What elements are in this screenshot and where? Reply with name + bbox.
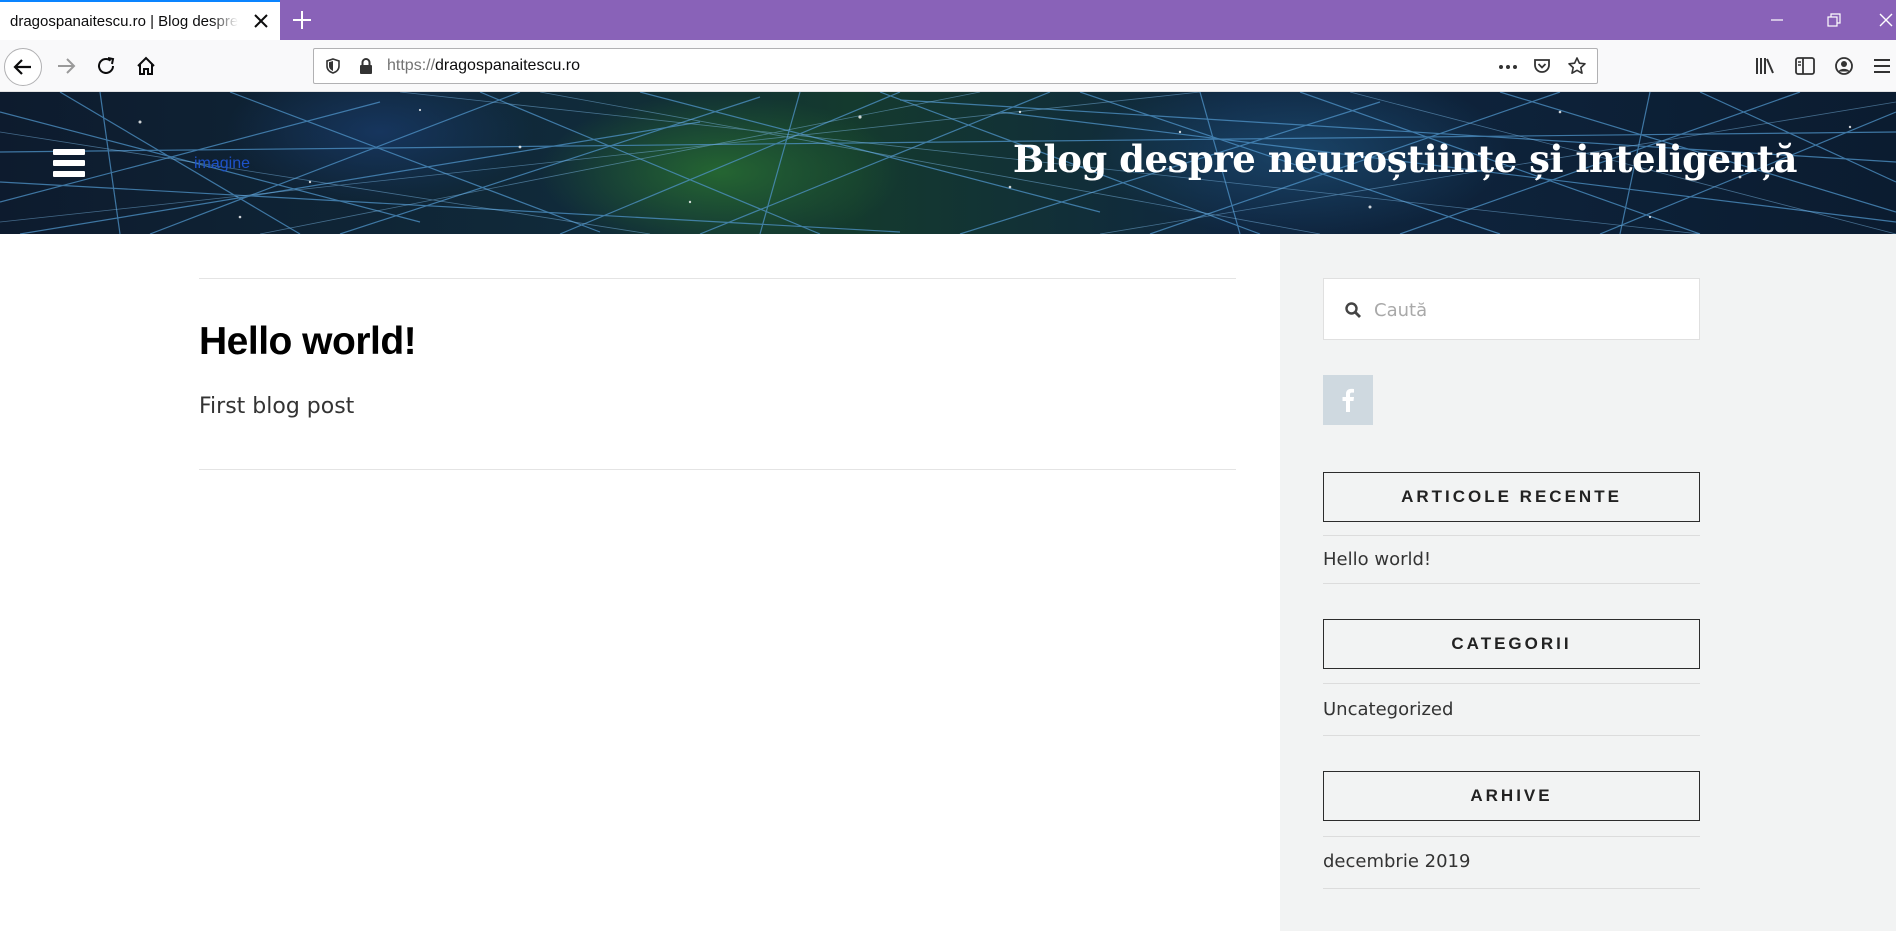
- search-box[interactable]: [1323, 278, 1700, 340]
- widget-divider: [1323, 683, 1700, 684]
- back-arrow-icon: [13, 59, 31, 75]
- close-window-icon[interactable]: [1876, 10, 1896, 30]
- lock-icon[interactable]: [358, 57, 374, 75]
- account-icon[interactable]: [1834, 56, 1854, 76]
- forward-button[interactable]: [48, 48, 84, 84]
- menu-icon[interactable]: [1872, 57, 1892, 75]
- facebook-icon: [1342, 388, 1354, 412]
- divider: [199, 278, 1236, 279]
- category-link[interactable]: Uncategorized: [1323, 699, 1453, 720]
- widget-divider: [1323, 735, 1700, 736]
- restore-icon[interactable]: [1824, 10, 1844, 30]
- widget-divider: [1323, 583, 1700, 584]
- new-tab-icon[interactable]: [290, 8, 314, 32]
- post-excerpt: First blog post: [199, 394, 355, 419]
- site-logo-link[interactable]: imagine: [194, 155, 250, 173]
- bookmark-star-icon[interactable]: [1567, 56, 1587, 76]
- post-title[interactable]: Hello world!: [199, 320, 417, 364]
- address-bar[interactable]: https://dragospanaitescu.ro: [313, 48, 1598, 84]
- forward-arrow-icon: [58, 58, 76, 74]
- hamburger-bar: [53, 160, 85, 166]
- home-icon: [137, 56, 155, 75]
- reload-button[interactable]: [88, 48, 124, 84]
- search-icon: [1345, 302, 1361, 318]
- close-tab-icon[interactable]: [252, 12, 270, 30]
- pocket-icon[interactable]: [1532, 56, 1552, 76]
- widget-divider: [1323, 836, 1700, 837]
- recent-post-link[interactable]: Hello world!: [1323, 549, 1431, 570]
- sidebar-toggle-icon[interactable]: [1794, 56, 1816, 76]
- site-title[interactable]: Blog despre neuroștiințe și inteligență: [1013, 137, 1798, 181]
- browser-tab-bar: dragospanaitescu.ro | Blog despre neuroș…: [0, 0, 1896, 40]
- url-scheme: https://: [387, 57, 436, 74]
- widget-title-archives: ARHIVE: [1323, 771, 1700, 821]
- widget-divider: [1323, 888, 1700, 889]
- library-icon[interactable]: [1754, 56, 1776, 76]
- url-host: dragospanaitescu.ro: [435, 57, 581, 74]
- hamburger-bar: [53, 149, 85, 155]
- sidebar: ARTICOLE RECENTE Hello world! CATEGORII …: [1280, 234, 1896, 931]
- hamburger-bar: [53, 171, 85, 177]
- search-input[interactable]: [1372, 293, 1686, 327]
- reload-icon: [98, 57, 115, 74]
- menu-toggle-button[interactable]: [53, 149, 85, 177]
- divider: [199, 469, 1236, 470]
- tracking-shield-icon[interactable]: [324, 57, 342, 75]
- home-button[interactable]: [128, 48, 164, 84]
- site-header: imagine Blog despre neuroștiințe și inte…: [0, 92, 1896, 234]
- url-text: https://dragospanaitescu.ro: [387, 57, 580, 75]
- facebook-button[interactable]: [1323, 375, 1373, 425]
- page-actions-icon[interactable]: [1497, 58, 1519, 76]
- widget-title-categories: CATEGORII: [1323, 619, 1700, 669]
- widget-divider: [1323, 535, 1700, 536]
- back-button[interactable]: [4, 48, 42, 86]
- browser-tab-active[interactable]: dragospanaitescu.ro | Blog despre neuroș…: [0, 0, 280, 40]
- widget-title-recent-posts: ARTICOLE RECENTE: [1323, 472, 1700, 522]
- archive-link[interactable]: decembrie 2019: [1323, 851, 1470, 872]
- tab-title: dragospanaitescu.ro | Blog despre neuroș…: [10, 12, 238, 30]
- browser-nav-bar: https://dragospanaitescu.ro: [0, 40, 1896, 92]
- minimize-icon[interactable]: [1767, 10, 1787, 30]
